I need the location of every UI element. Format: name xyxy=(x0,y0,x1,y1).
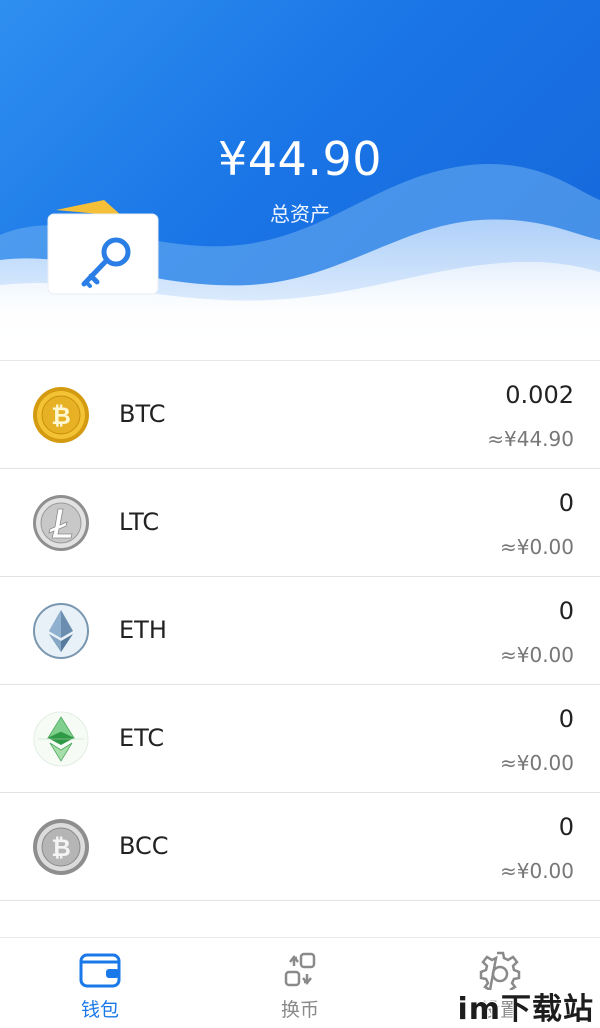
ethereum-coin-icon xyxy=(32,602,90,660)
coin-amount: 0 xyxy=(558,489,574,517)
svg-text:₿: ₿ xyxy=(51,402,71,430)
coin-amount: 0 xyxy=(558,705,574,733)
coin-list: ₿ BTC 0.002 ≈¥44.90 LTC 0 ≈¥0.00 ETH 0 ≈… xyxy=(0,360,600,901)
bitcoin-cash-silver-coin-icon: ₿ xyxy=(32,818,90,876)
coin-row-etc[interactable]: ETC 0 ≈¥0.00 xyxy=(0,685,600,793)
header-banner: ¥44.90 总资产 xyxy=(0,0,600,360)
site-watermark: im下载站 xyxy=(457,992,594,1027)
coin-row-eth[interactable]: ETH 0 ≈¥0.00 xyxy=(0,577,600,685)
total-assets-label: 总资产 xyxy=(270,202,330,226)
nav-item-wallet[interactable]: 钱包 xyxy=(0,938,200,1028)
litecoin-silver-coin-icon xyxy=(32,494,90,552)
coin-amount: 0 xyxy=(558,813,574,841)
total-assets-amount: ¥44.90 xyxy=(218,132,382,186)
coin-row-ltc[interactable]: LTC 0 ≈¥0.00 xyxy=(0,469,600,577)
coin-amount: 0.002 xyxy=(505,381,574,409)
nav-label: 钱包 xyxy=(80,999,119,1021)
ethereum-classic-coin-icon xyxy=(32,710,90,768)
coin-row-bcc[interactable]: ₿ BCC 0 ≈¥0.00 xyxy=(0,793,600,901)
exchange-icon xyxy=(278,950,322,994)
wallet-icon xyxy=(78,950,122,994)
coin-fiat-value: ≈¥0.00 xyxy=(499,535,574,559)
bitcoin-gold-coin-icon: ₿ xyxy=(32,386,90,444)
nav-label: 换币 xyxy=(280,999,319,1021)
coin-fiat-value: ≈¥0.00 xyxy=(499,859,574,883)
svg-text:₿: ₿ xyxy=(51,834,71,862)
coin-symbol: ETC xyxy=(119,724,165,752)
coin-symbol: ETH xyxy=(119,616,167,644)
coin-symbol: BCC xyxy=(119,832,169,860)
coin-symbol: BTC xyxy=(119,400,166,428)
coin-symbol: LTC xyxy=(119,508,160,536)
coin-amount: 0 xyxy=(558,597,574,625)
nav-item-exchange[interactable]: 换币 xyxy=(200,938,400,1028)
coin-fiat-value: ≈¥0.00 xyxy=(499,751,574,775)
coin-fiat-value: ≈¥0.00 xyxy=(499,643,574,667)
coin-row-btc[interactable]: ₿ BTC 0.002 ≈¥44.90 xyxy=(0,361,600,469)
coin-fiat-value: ≈¥44.90 xyxy=(487,427,574,451)
